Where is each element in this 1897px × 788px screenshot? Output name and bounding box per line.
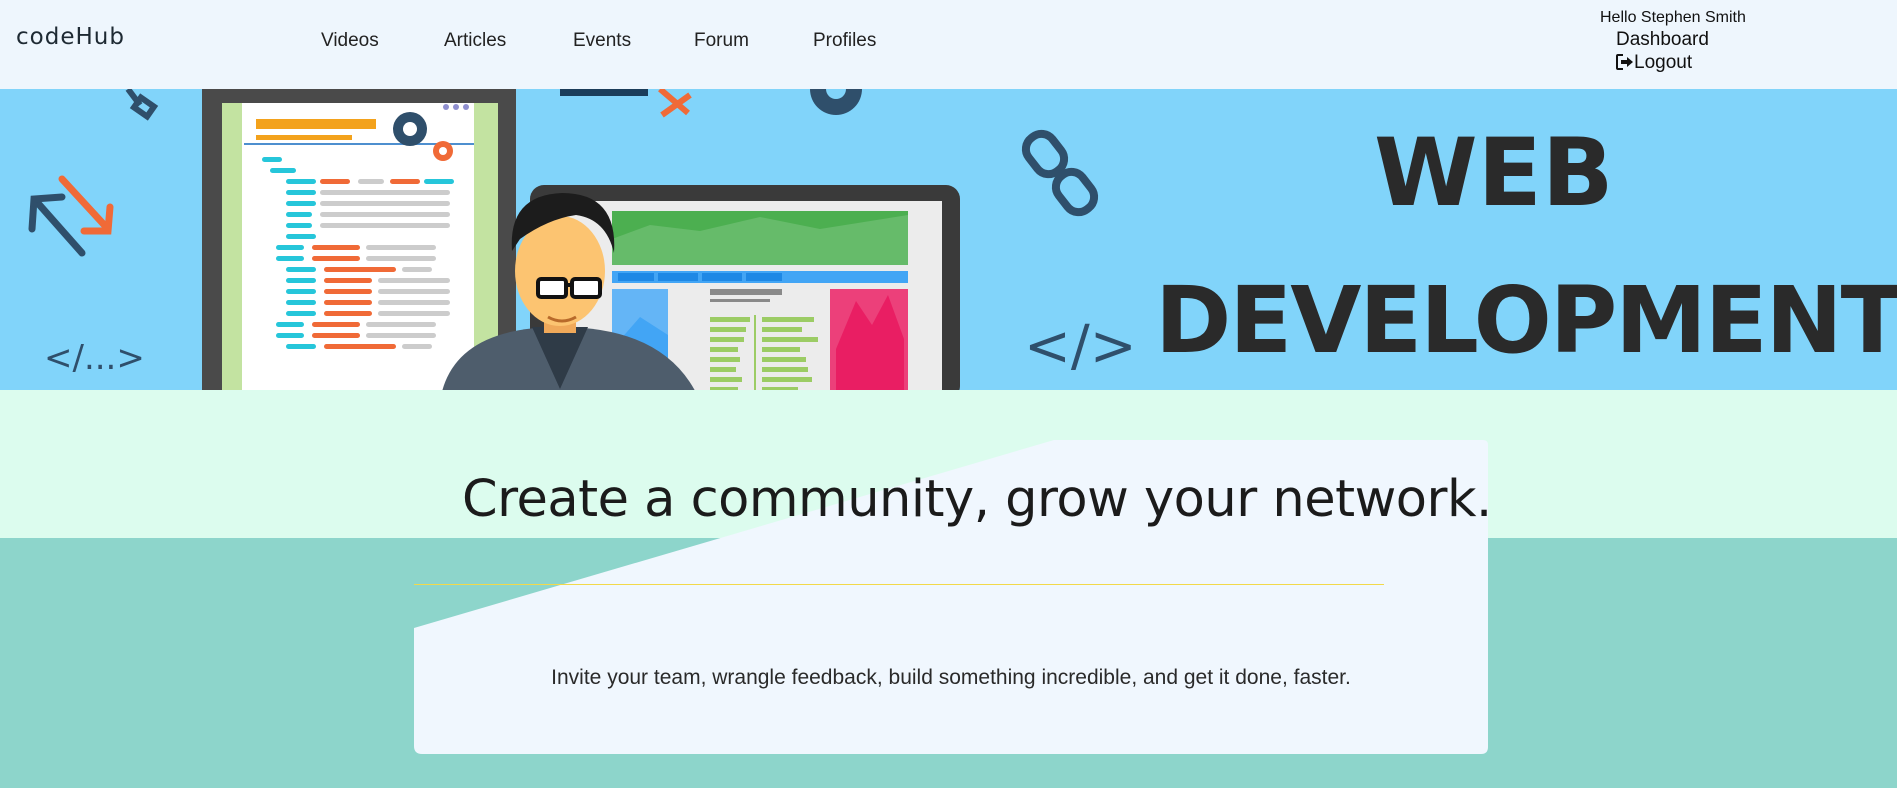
hero-title-development: DEVELOPMENT (1155, 267, 1897, 374)
nav-videos[interactable]: Videos (321, 30, 379, 52)
top-navbar: codeHub Videos Articles Events Forum Pro… (0, 0, 1897, 89)
window-bar-icon (560, 89, 648, 96)
code-tag-right: </> (1024, 314, 1137, 379)
code-editor-monitor (202, 89, 516, 390)
chain-link-icon (1021, 129, 1099, 217)
gear-icon (810, 89, 862, 115)
nav-profiles[interactable]: Profiles (813, 30, 876, 52)
hero-banner: </...> </> WEB DEVELOPMENT (0, 89, 1897, 390)
hero-title-web: WEB (1374, 119, 1614, 228)
nav-articles[interactable]: Articles (444, 30, 506, 52)
arrows-icon (28, 175, 114, 257)
dashboard-link[interactable]: Dashboard (1616, 29, 1709, 51)
sign-out-icon (1616, 54, 1633, 70)
code-tag-left: </...> (44, 338, 145, 378)
logout-label: Logout (1634, 52, 1693, 73)
hero-headline: Create a community, grow your network. (462, 470, 1492, 529)
nav-forum[interactable]: Forum (694, 30, 749, 52)
nav-events[interactable]: Events (573, 30, 631, 52)
tools-icon (658, 89, 692, 118)
yellow-divider (414, 584, 1384, 585)
user-menu: Hello Stephen Smith Dashboard Logout (1600, 9, 1746, 73)
logout-link[interactable]: Logout (1616, 52, 1692, 74)
hero-tagline: Invite your team, wrangle feedback, buil… (551, 666, 1351, 689)
brand-logo[interactable]: codeHub (16, 24, 125, 50)
wrench-icon (125, 89, 159, 121)
user-greeting: Hello Stephen Smith (1600, 9, 1746, 26)
